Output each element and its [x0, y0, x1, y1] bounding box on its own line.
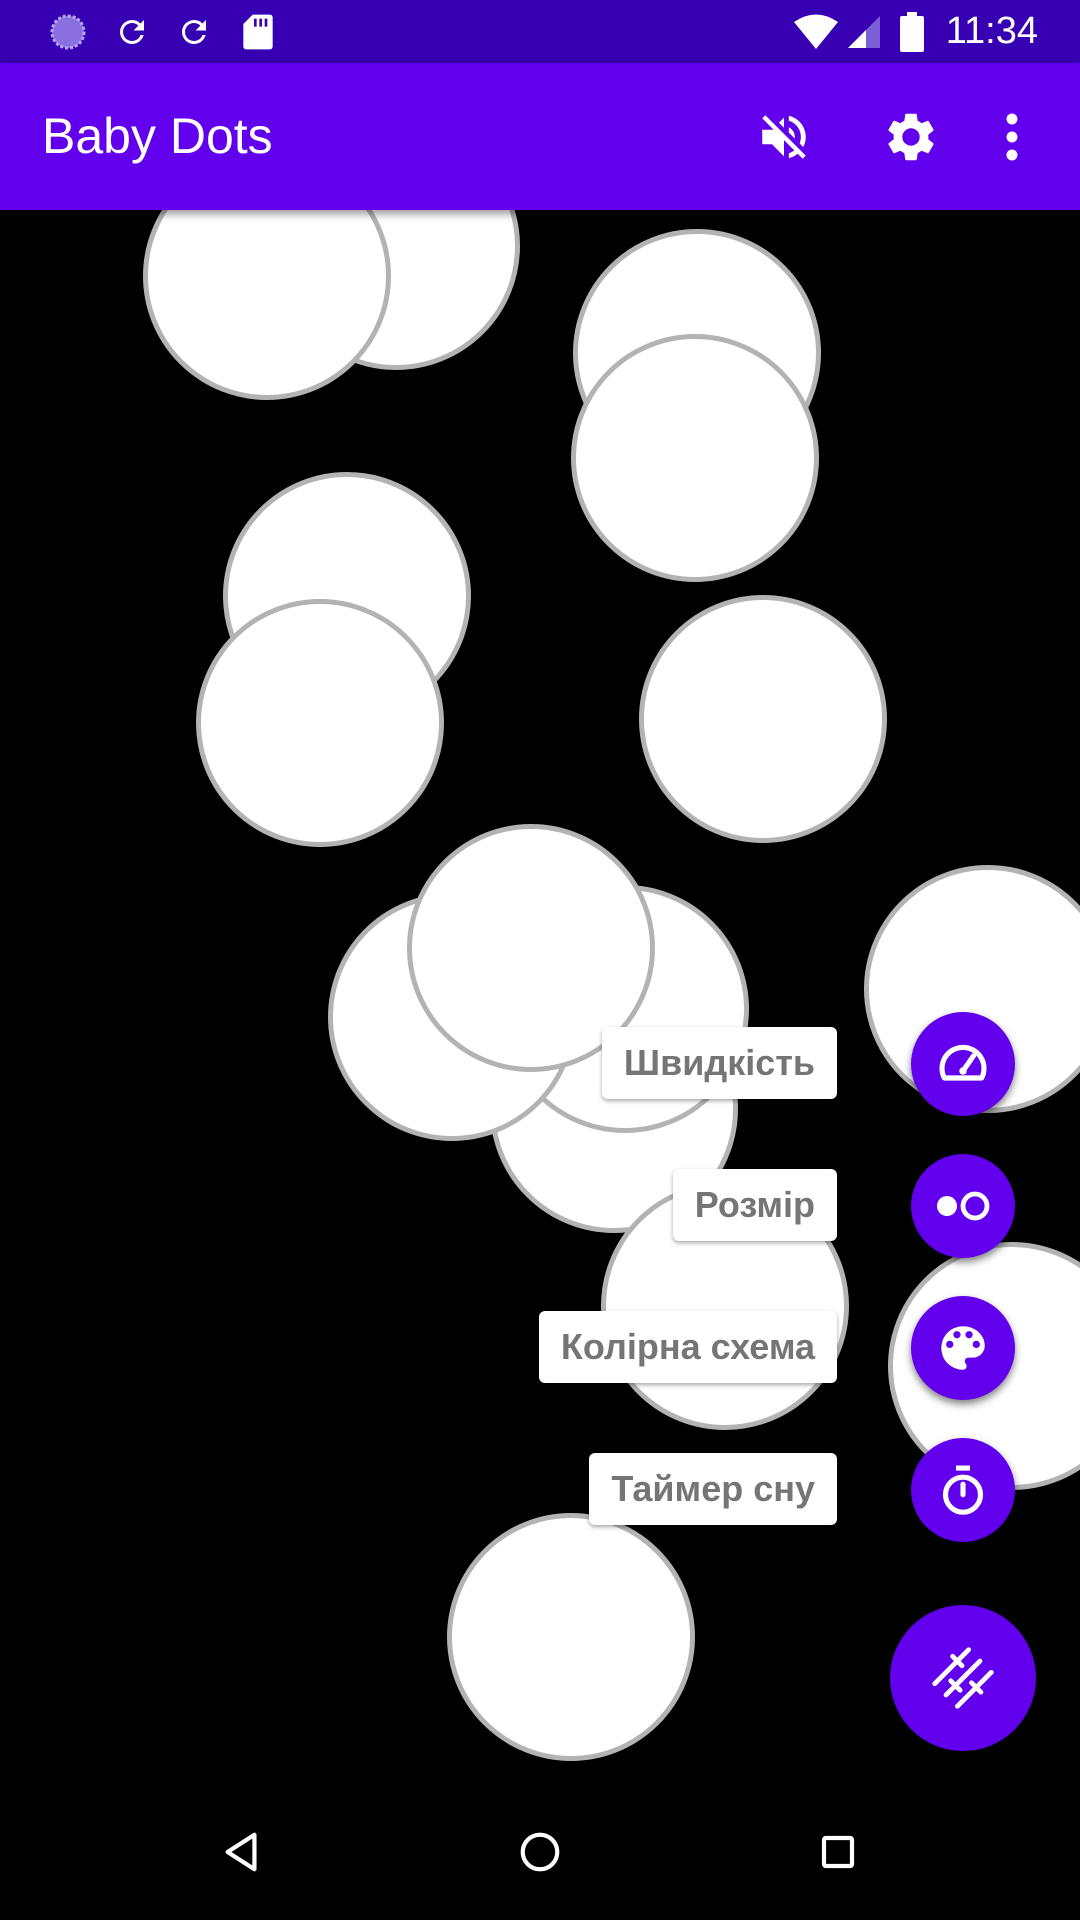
overflow-menu-button[interactable]: [984, 99, 1040, 175]
overflow-menu-icon: [1006, 113, 1018, 161]
dots-canvas[interactable]: [0, 210, 1080, 1785]
speedometer-icon: [939, 1044, 987, 1081]
recents-icon: [821, 1835, 855, 1869]
size-label[interactable]: Розмір: [672, 1169, 837, 1241]
gear-icon: [888, 113, 934, 161]
size-button[interactable]: [911, 1154, 1015, 1258]
dot-size-icon: [937, 1191, 990, 1221]
signal-icon: [844, 0, 884, 63]
status-bar: 11:34: [0, 0, 1080, 63]
dot[interactable]: [447, 1513, 695, 1761]
dot[interactable]: [571, 334, 819, 582]
sd-card-icon: [236, 0, 280, 63]
sync-icon: [172, 0, 216, 63]
battery-icon: [898, 0, 926, 63]
back-button[interactable]: [196, 1807, 286, 1897]
home-button[interactable]: [495, 1807, 585, 1897]
wifi-icon: [790, 0, 842, 63]
app-title: Baby Dots: [42, 108, 273, 164]
color-scheme-button[interactable]: [911, 1296, 1015, 1400]
app-bar: Baby Dots: [0, 63, 1080, 210]
speed-button[interactable]: [911, 1012, 1015, 1116]
speed-label[interactable]: Швидкість: [601, 1027, 837, 1099]
recents-button[interactable]: [793, 1807, 883, 1897]
settings-button[interactable]: [873, 99, 949, 175]
dot[interactable]: [143, 210, 391, 400]
dot[interactable]: [196, 599, 444, 847]
stopwatch-icon: [942, 1465, 984, 1515]
dot[interactable]: [639, 595, 887, 843]
back-icon: [225, 1832, 257, 1872]
sleep-timer-button[interactable]: [911, 1438, 1015, 1542]
palette-icon: [941, 1326, 985, 1370]
status-time: 11:34: [945, 10, 1038, 52]
home-icon: [520, 1832, 560, 1872]
volume-off-icon: [762, 115, 806, 159]
sleep-timer-label[interactable]: Таймер сну: [589, 1453, 837, 1525]
settings-menu-fab[interactable]: [890, 1605, 1036, 1751]
color-scheme-label[interactable]: Колірна схема: [538, 1311, 837, 1383]
tune-icon: [932, 1647, 994, 1709]
volume-off-button[interactable]: [746, 99, 822, 175]
loading-spinner-icon: [46, 0, 90, 63]
sync-icon: [110, 0, 154, 63]
navigation-bar: [0, 1785, 1080, 1920]
